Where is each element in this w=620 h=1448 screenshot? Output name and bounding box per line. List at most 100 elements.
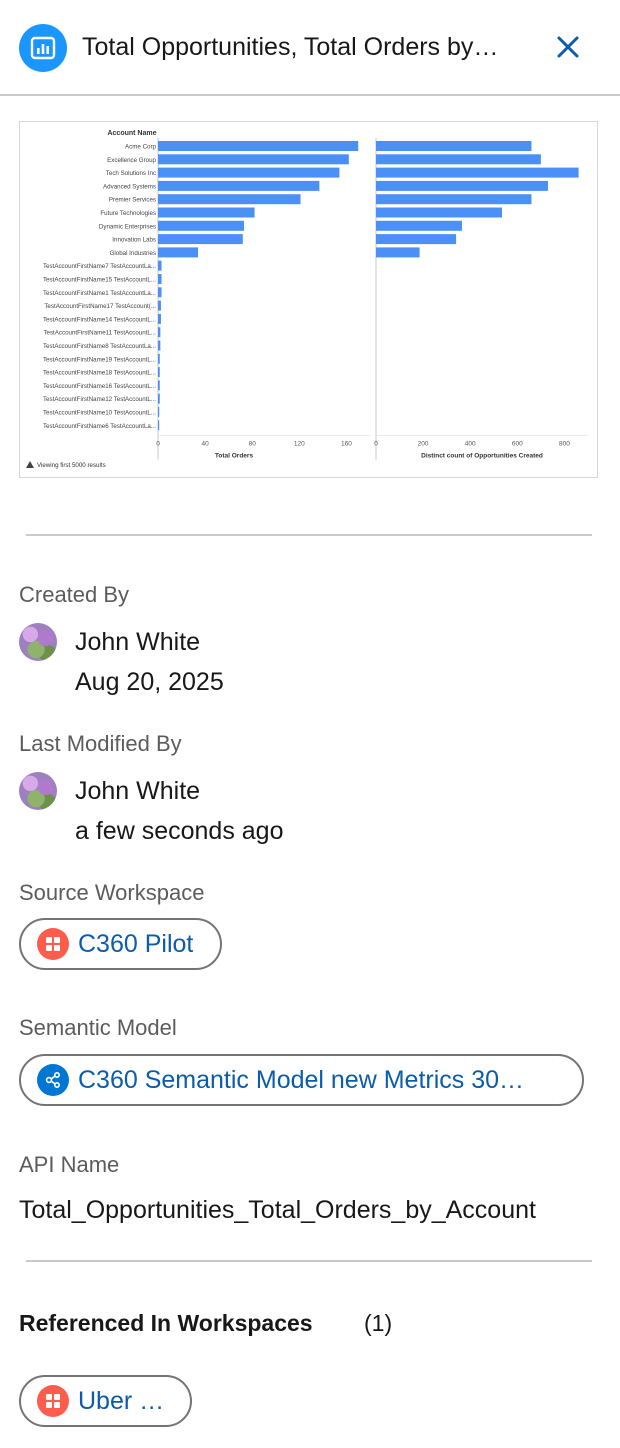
section-divider [26, 534, 592, 536]
chart-bar [158, 194, 301, 205]
category-label: TestAccountFirstName15 TestAccountL... [43, 277, 156, 284]
tick-label: 800 [559, 441, 570, 448]
referenced-workspace-pill[interactable]: Uber PE [19, 1375, 192, 1427]
x-axis-title: Total Orders [215, 453, 254, 460]
chart-bar [158, 274, 162, 284]
source-workspace-pill[interactable]: C360 Pilot [19, 918, 222, 970]
category-label: Advanced Systems [103, 183, 156, 190]
chart-bar [158, 380, 160, 391]
chart-bar [376, 194, 532, 205]
category-label: TestAccountFirstName16 TestAccountL... [43, 383, 156, 390]
chart-bar [376, 234, 457, 245]
chart-bar [158, 234, 243, 245]
source-workspace-label: Source Workspace [19, 880, 205, 905]
category-label: TestAccountFirstName8 TestAccountLa... [43, 343, 156, 350]
chart-bar [376, 154, 541, 165]
chart-bar [158, 353, 160, 364]
tick-label: 400 [465, 441, 476, 448]
chart-bar [376, 180, 548, 191]
tick-label: 120 [294, 441, 305, 448]
tick-label: 40 [201, 441, 209, 448]
semantic-model-link[interactable]: C360 Semantic Model new Metrics 30… [78, 1066, 524, 1095]
category-label: TestAccountFirstName7 TestAccountLa... [43, 263, 156, 270]
chart-bar [158, 287, 162, 298]
api-name-value: Total_Opportunities_Total_Orders_by_Acco… [19, 1196, 536, 1224]
semantic-model-pill[interactable]: C360 Semantic Model new Metrics 30… [19, 1054, 584, 1106]
chart-bar [158, 420, 160, 431]
source-workspace-link[interactable]: C360 Pilot [78, 930, 193, 959]
chart-bar [158, 141, 359, 151]
category-label: Tech Solutions Inc [106, 170, 156, 177]
close-button[interactable] [551, 30, 585, 64]
semantic-model-icon [37, 1064, 69, 1096]
category-label: TestAccountFirstName10 TestAccountL... [43, 410, 156, 417]
chart-svg: Account Name Acme Corp Excellence Group Tec… [26, 130, 588, 469]
chart-bar [158, 260, 162, 271]
chart-bar [158, 367, 160, 378]
chart-bar [158, 180, 320, 191]
created-date: Aug 20, 2025 [75, 668, 224, 696]
tick-label: 0 [374, 441, 378, 448]
avatar [19, 623, 57, 661]
chart-bar [376, 247, 420, 258]
tick-label: 600 [512, 441, 523, 448]
chart-bar [376, 141, 532, 151]
warning-icon [26, 461, 34, 468]
created-by-label: Created By [19, 582, 130, 607]
chart-bar [158, 327, 161, 338]
created-by-name[interactable]: John White [75, 627, 200, 657]
workspace-grid-icon [37, 928, 69, 960]
category-label: Future Technologies [100, 210, 156, 217]
x-axis-title: Distinct count of Opportunities Created [421, 453, 543, 460]
last-modified-by-label: Last Modified By [19, 731, 182, 756]
category-label: TestAccountFirstName19 TestAccountL... [43, 356, 156, 363]
category-label: Global Industries [110, 250, 156, 257]
close-icon[interactable] [555, 34, 581, 60]
chart-bar [158, 340, 161, 351]
chart-bar [376, 167, 579, 178]
chart-bar [158, 247, 199, 258]
category-label: TestAccountFirstName18 TestAccountL... [43, 370, 156, 377]
referenced-in-title: Referenced In Workspaces [19, 1310, 313, 1336]
category-label: Acme Corp [125, 144, 157, 151]
semantic-model-label: Semantic Model [19, 1015, 177, 1040]
referenced-workspace-link[interactable]: Uber PE [78, 1387, 172, 1416]
avatar [19, 772, 57, 810]
category-label: TestAccountFirstName17 TestAccount(... [44, 303, 156, 310]
tick-label: 80 [249, 441, 257, 448]
tick-label: 160 [341, 441, 352, 448]
category-label: Premier Services [109, 197, 156, 204]
y-axis-title: Account Name [107, 130, 156, 137]
chart-bar [158, 167, 340, 178]
referenced-in-count: (1) [364, 1310, 393, 1336]
last-modified-by-name[interactable]: John White [75, 776, 200, 806]
category-label: TestAccountFirstName1 TestAccountLa... [43, 290, 156, 297]
chart-bar [158, 300, 161, 311]
chart-footnote: Viewing first 5000 results [37, 462, 106, 469]
api-name-label: API Name [19, 1152, 120, 1177]
category-label: TestAccountFirstName12 TestAccountL... [43, 396, 156, 403]
chart-bar [158, 407, 160, 417]
category-label: Innovation Labs [112, 237, 156, 244]
chart-bar [376, 207, 503, 218]
chart-bar [376, 220, 462, 231]
chart-bar [158, 154, 349, 165]
chart-bar [158, 393, 160, 404]
tick-label: 0 [156, 441, 160, 448]
category-label: Excellence Group [107, 157, 156, 164]
panel-title: Total Opportunities, Total Orders by… [82, 33, 499, 61]
last-modified-date: a few seconds ago [75, 817, 284, 845]
chart-preview[interactable]: Account Name Acme Corp Excellence Group Tec… [19, 121, 598, 478]
chart-bar [158, 220, 244, 231]
section-divider [26, 1260, 592, 1262]
panel-header: Total Opportunities, Total Orders by… [0, 0, 620, 96]
category-label: Dynamic Enterprises [99, 223, 156, 230]
chart-bar [158, 207, 255, 218]
chart-bar [158, 313, 161, 324]
category-label: TestAccountFirstName6 TestAccountLa... [43, 423, 156, 430]
tick-label: 200 [418, 441, 429, 448]
category-label: TestAccountFirstName14 TestAccountL... [43, 316, 156, 323]
workspace-grid-icon [37, 1385, 69, 1417]
bar-chart-icon [19, 24, 67, 72]
category-label: TestAccountFirstName11 TestAccountL... [43, 330, 156, 337]
